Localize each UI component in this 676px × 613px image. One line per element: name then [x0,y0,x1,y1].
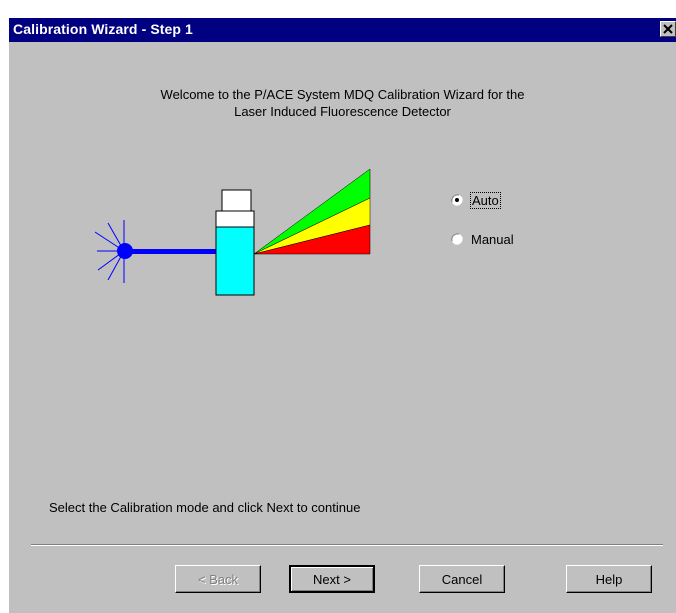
help-button[interactable]: Help [566,565,652,593]
cancel-button[interactable]: Cancel [419,565,505,593]
radio-manual[interactable]: Manual [451,230,514,248]
radio-auto[interactable]: Auto [451,191,501,209]
separator-line [31,544,663,546]
fluorescence-beam-icon [253,168,371,255]
next-button[interactable]: Next > [289,565,375,593]
instruction-text: Select the Calibration mode and click Ne… [49,500,361,515]
laser-beam [127,249,216,254]
radio-manual-indicator[interactable] [451,233,463,245]
radio-auto-label[interactable]: Auto [470,191,501,209]
calibration-wizard-dialog: Calibration Wizard - Step 1 Welcome to t… [9,18,676,613]
radio-manual-label[interactable]: Manual [471,232,514,247]
detector-illustration [94,168,371,296]
back-button[interactable]: < Back [175,565,261,593]
cuvette-icon [215,189,255,296]
radio-auto-indicator[interactable] [451,194,463,206]
